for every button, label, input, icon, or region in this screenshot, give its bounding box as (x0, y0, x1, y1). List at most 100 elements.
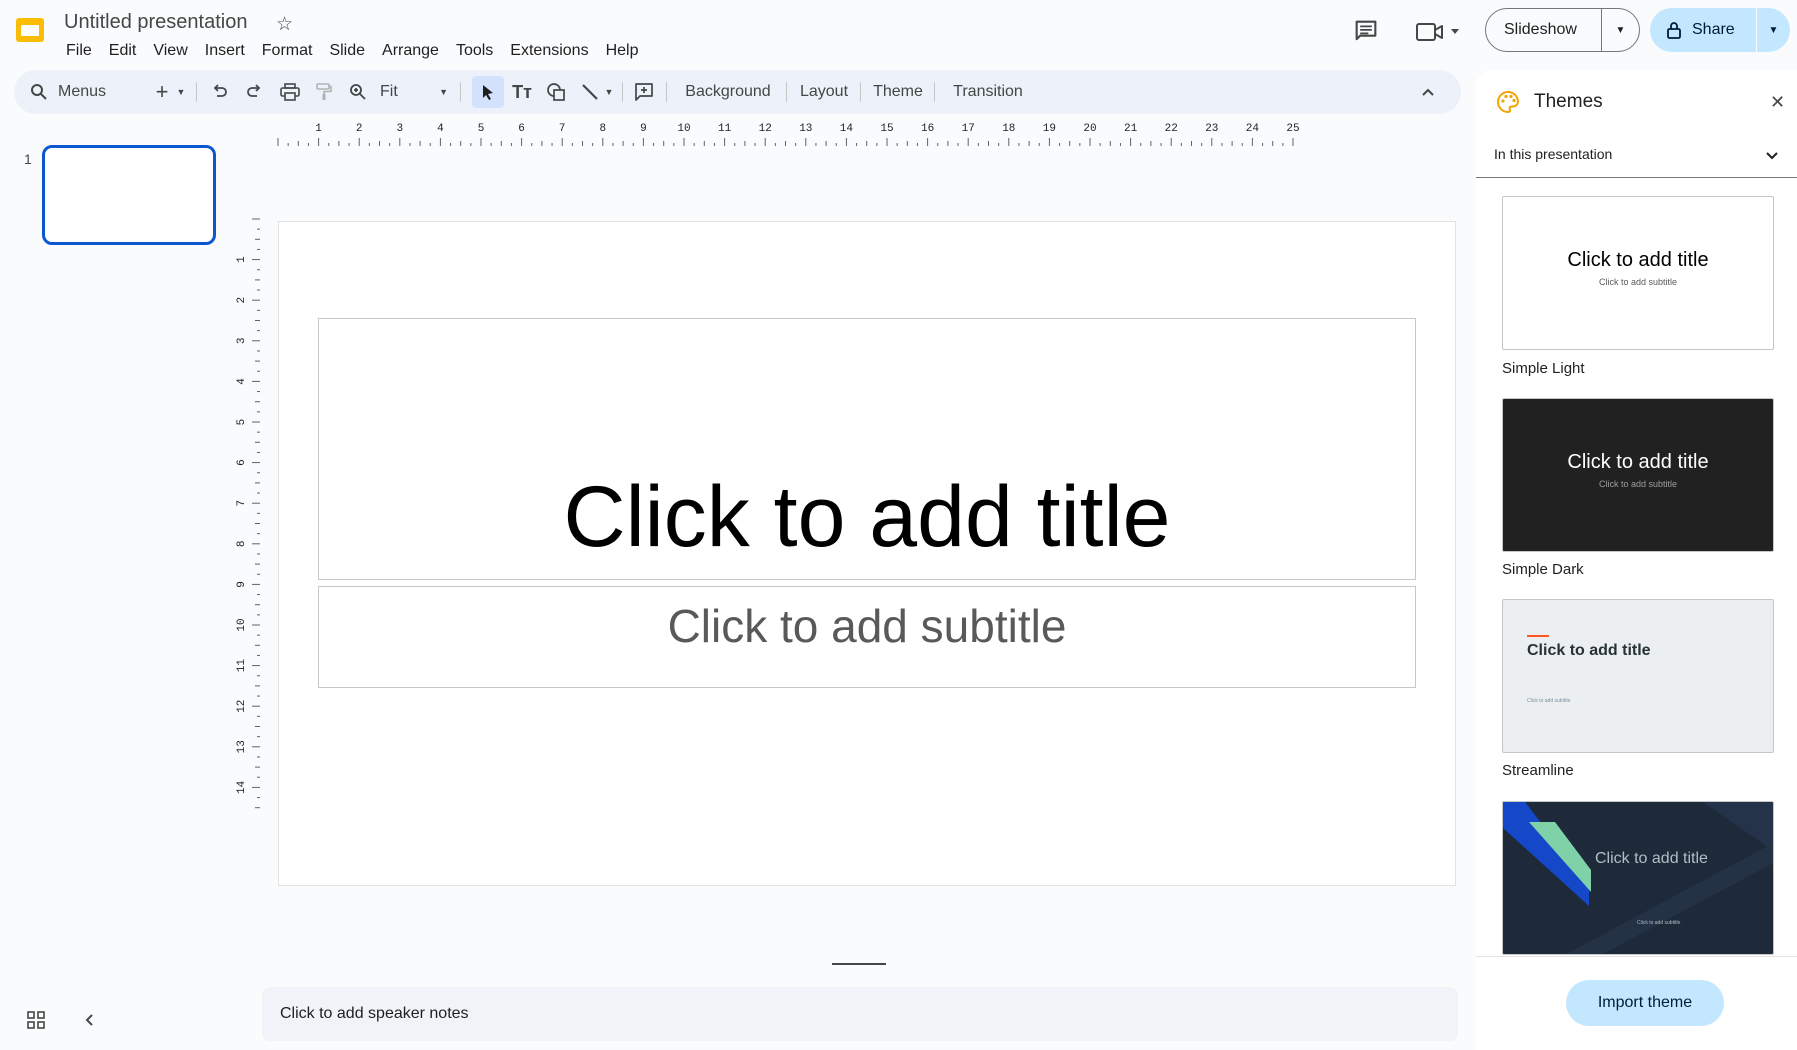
line-dropdown-icon[interactable]: ▼ (602, 76, 616, 108)
new-slide-icon[interactable]: + (150, 76, 174, 108)
ruler-label: 8 (599, 123, 606, 135)
share-button[interactable]: Share (1650, 8, 1756, 52)
horizontal-ruler: 1 2 3 4 5 6 7 8 9 10 11 12 13 14 15 16 17 18 19 20 21 22 23 24 2… (277, 123, 1300, 146)
undo-icon[interactable] (206, 76, 234, 108)
ruler-label: 5 (236, 419, 248, 426)
document-title[interactable]: Untitled presentation (64, 11, 247, 34)
chevron-left-icon[interactable] (82, 1010, 98, 1030)
menu-format[interactable]: Format (254, 40, 322, 62)
menu-extensions[interactable]: Extensions (502, 40, 597, 62)
ruler-label: 18 (1002, 123, 1015, 135)
print-icon[interactable] (276, 76, 304, 108)
collapse-toolbar-icon[interactable] (1414, 76, 1442, 108)
menu-bar: File Edit View Insert Format Slide Arran… (58, 40, 647, 62)
theme-card-focus[interactable]: Click to add title Click to add subtitle (1502, 801, 1774, 955)
subtitle-placeholder-text: Click to add subtitle (667, 600, 1067, 652)
ruler-label: 6 (236, 459, 248, 466)
ruler-label: 4 (236, 378, 248, 385)
slideshow-dropdown-icon[interactable]: ▼ (1601, 9, 1639, 51)
theme-name: Simple Dark (1502, 561, 1584, 578)
slide-thumbnail[interactable] (42, 145, 216, 245)
menu-file[interactable]: File (58, 40, 101, 62)
ruler-label: 2 (356, 123, 363, 135)
notes-resize-handle[interactable] (832, 963, 886, 965)
slide-canvas[interactable]: Click to add title Click to add subtitle (278, 221, 1456, 886)
ruler-label: 13 (236, 740, 248, 753)
add-comment-icon[interactable] (630, 76, 658, 108)
ruler-label: 14 (236, 780, 248, 794)
comments-icon[interactable] (1352, 17, 1380, 45)
menu-insert[interactable]: Insert (197, 40, 254, 62)
new-slide-dropdown-icon[interactable]: ▼ (174, 76, 188, 108)
separator (196, 82, 197, 102)
title-placeholder[interactable]: Click to add title (318, 318, 1416, 580)
ruler-label: 16 (921, 123, 934, 135)
subtitle-placeholder[interactable]: Click to add subtitle (318, 586, 1416, 688)
theme-card-simple-light[interactable]: Click to add title Click to add subtitle (1502, 196, 1774, 350)
ruler-label: 19 (1043, 123, 1056, 135)
slideshow-button-group: Slideshow ▼ (1485, 8, 1640, 52)
menu-view[interactable]: View (145, 40, 196, 62)
theme-preview-title: Click to add title (1595, 850, 1708, 867)
ruler-label: 7 (236, 500, 248, 507)
theme-card-streamline[interactable]: Click to add title Click to add subtitle (1502, 599, 1774, 753)
theme-button[interactable]: Theme (866, 76, 930, 108)
slideshow-button[interactable]: Slideshow (1486, 9, 1601, 51)
menu-help[interactable]: Help (598, 40, 648, 62)
line-icon[interactable] (576, 76, 604, 108)
ruler-label: 20 (1083, 123, 1096, 135)
menus-search[interactable]: Menus (22, 76, 142, 108)
zoom-select[interactable]: Fit ▼ (376, 76, 452, 108)
menu-arrange[interactable]: Arrange (374, 40, 448, 62)
ruler-label: 14 (840, 123, 854, 135)
toolbar: Menus + ▼ Fit ▼ Tт ▼ Background Layout T… (14, 70, 1461, 114)
meet-camera-icon[interactable] (1415, 18, 1465, 46)
ruler-label: 7 (559, 123, 566, 135)
slides-logo-icon[interactable] (14, 14, 46, 46)
separator (622, 82, 623, 102)
background-button[interactable]: Background (674, 76, 782, 108)
theme-name: Simple Light (1502, 360, 1585, 377)
ruler-label: 11 (236, 659, 248, 673)
separator (860, 82, 861, 102)
share-dropdown-icon[interactable]: ▼ (1756, 8, 1790, 52)
menu-slide[interactable]: Slide (321, 40, 374, 62)
transition-button[interactable]: Transition (942, 76, 1034, 108)
shape-icon[interactable] (542, 76, 570, 108)
star-icon[interactable]: ☆ (276, 13, 293, 36)
ruler-label: 25 (1286, 123, 1299, 135)
ruler-label: 10 (677, 123, 690, 135)
paint-format-icon[interactable] (310, 76, 338, 108)
theme-filter-label: In this presentation (1494, 146, 1613, 162)
speaker-notes[interactable]: Click to add speaker notes (262, 987, 1458, 1041)
ruler-label: 9 (236, 581, 248, 588)
import-theme-button[interactable]: Import theme (1566, 980, 1724, 1026)
theme-preview-title: Click to add title (1567, 249, 1709, 271)
divider (1476, 956, 1797, 957)
select-tool-icon[interactable] (472, 76, 504, 108)
ruler-label: 4 (437, 123, 444, 135)
themes-panel-title: Themes (1534, 91, 1603, 112)
ruler-label: 1 (315, 123, 322, 135)
theme-filter-dropdown[interactable]: In this presentation (1476, 136, 1797, 178)
chevron-down-icon: ▼ (439, 87, 448, 97)
search-icon (31, 84, 47, 100)
theme-decoration (1503, 802, 1773, 954)
ruler-label: 8 (236, 540, 248, 547)
text-box-icon[interactable]: Tт (508, 76, 536, 108)
ruler-label: 15 (880, 123, 893, 135)
grid-view-icon[interactable] (26, 1010, 46, 1030)
layout-button[interactable]: Layout (792, 76, 856, 108)
ruler-label: 12 (236, 700, 248, 713)
menu-tools[interactable]: Tools (448, 40, 502, 62)
zoom-icon[interactable] (344, 76, 372, 108)
menus-label: Menus (58, 83, 107, 100)
ruler-label: 22 (1165, 123, 1178, 135)
theme-card-simple-dark[interactable]: Click to add title Click to add subtitle (1502, 398, 1774, 552)
close-icon[interactable]: ✕ (1770, 92, 1785, 113)
speaker-notes-placeholder: Click to add speaker notes (280, 1005, 469, 1022)
ruler-label: 11 (718, 123, 732, 135)
menu-edit[interactable]: Edit (101, 40, 146, 62)
redo-icon[interactable] (240, 76, 268, 108)
palette-icon (1496, 90, 1520, 114)
